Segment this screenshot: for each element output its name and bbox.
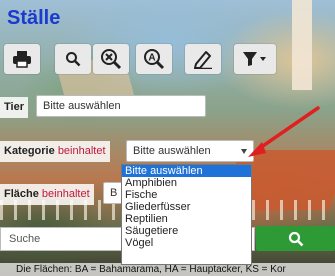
annotation-arrow-icon: [248, 106, 320, 157]
